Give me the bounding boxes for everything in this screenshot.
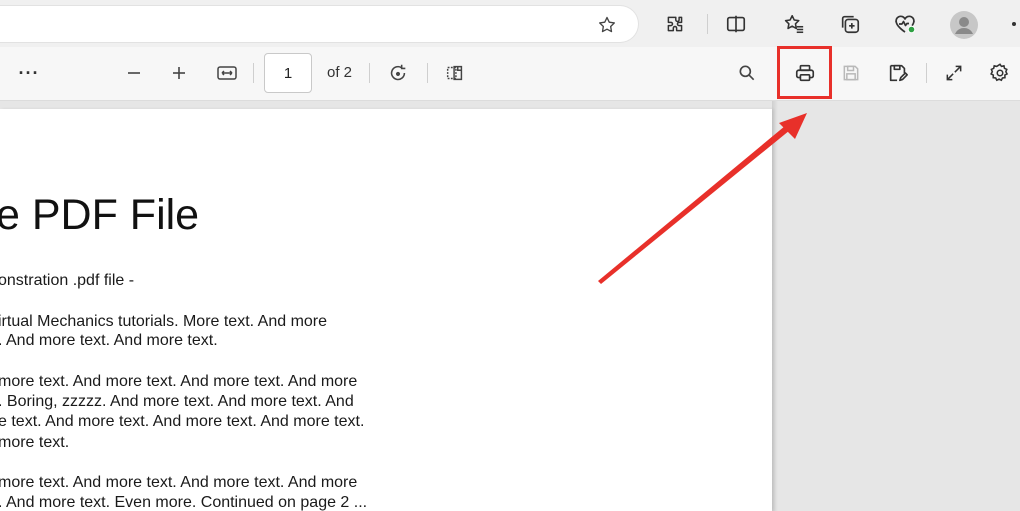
pointer-arrow xyxy=(598,113,807,284)
arrow-shaft xyxy=(598,121,795,284)
